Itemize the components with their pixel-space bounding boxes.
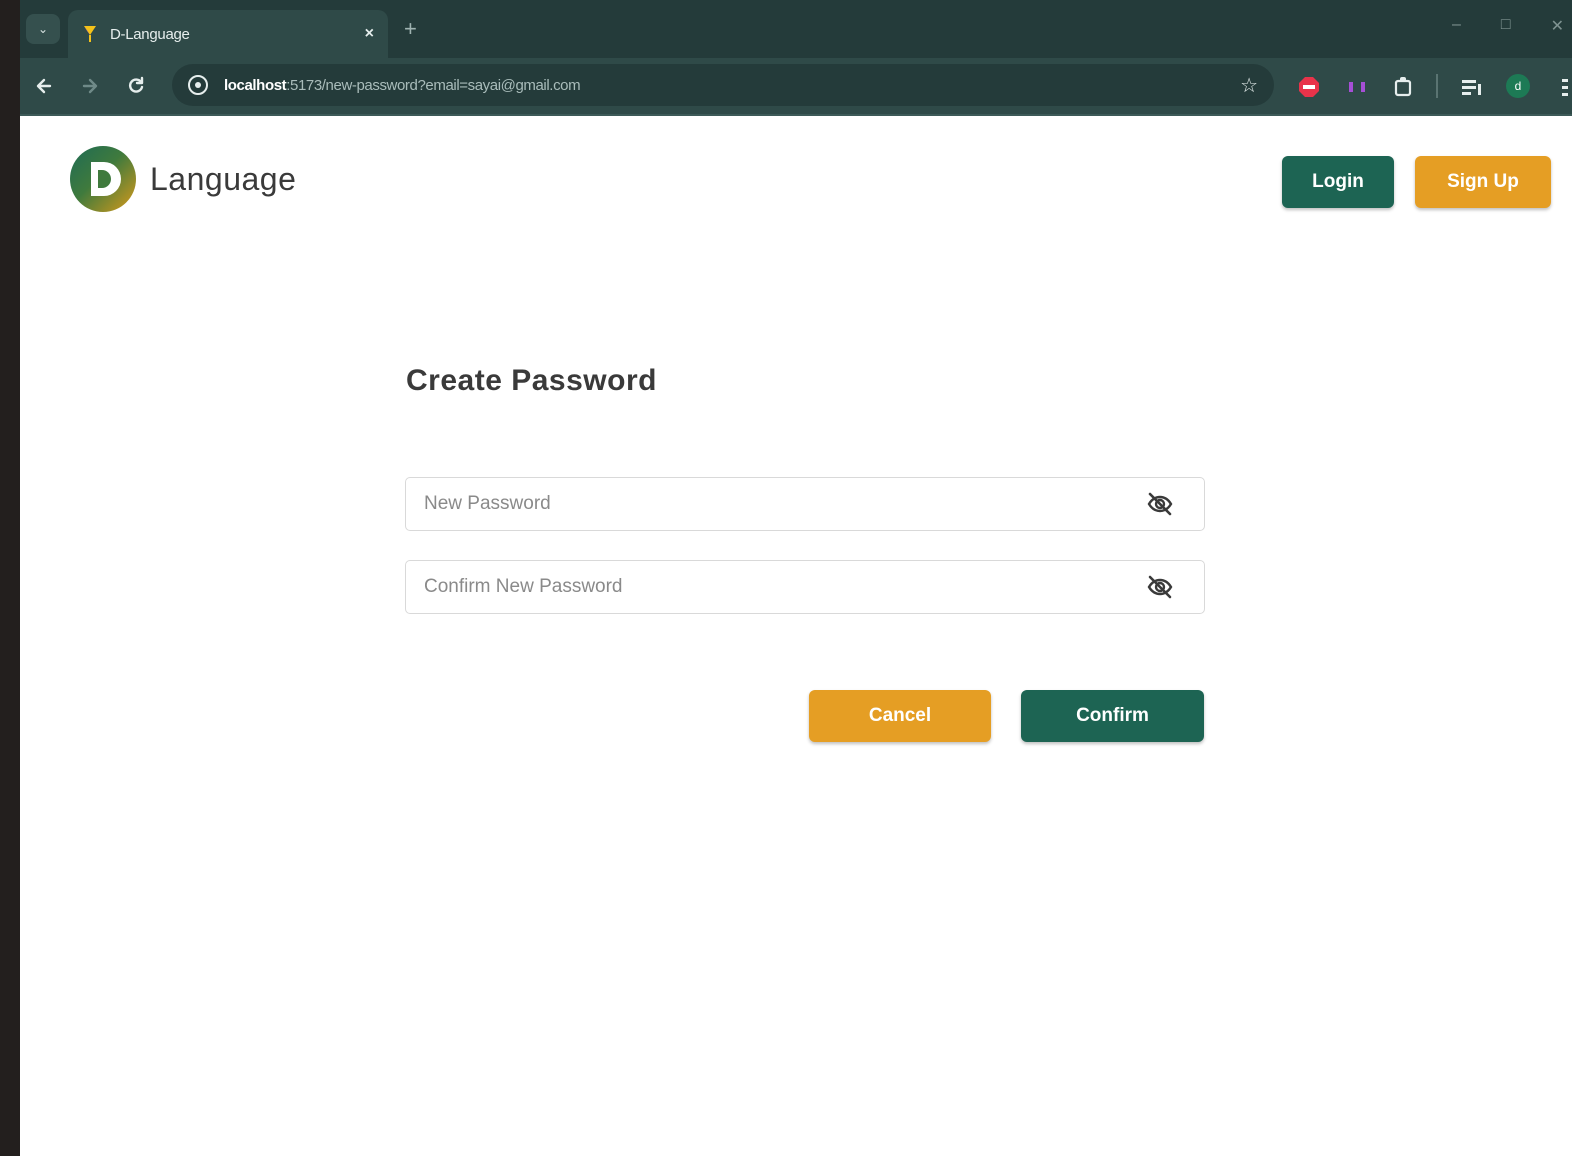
- chevron-down-icon: ⌄: [37, 22, 49, 36]
- bookmark-star-icon[interactable]: ☆: [1240, 73, 1258, 98]
- new-password-input[interactable]: [424, 493, 1146, 515]
- back-arrow-icon[interactable]: [34, 76, 54, 96]
- menu-icon[interactable]: [1558, 76, 1572, 98]
- tab-strip: ⌄ D-Language × + – □ ✕: [20, 0, 1572, 58]
- confirm-button[interactable]: Confirm: [1021, 690, 1204, 742]
- adblock-extension-icon[interactable]: [1298, 76, 1320, 98]
- reload-icon[interactable]: [126, 76, 146, 96]
- favicon-icon: [84, 26, 96, 42]
- sign-up-button[interactable]: Sign Up: [1415, 156, 1551, 208]
- toolbar-divider: [1436, 74, 1438, 98]
- browser-toolbar: localhost:5173/new-password?email=sayai@…: [20, 58, 1572, 116]
- url-host: localhost: [224, 76, 287, 94]
- forward-arrow-icon[interactable]: [80, 76, 100, 96]
- brand-logo-link[interactable]: Language: [70, 146, 296, 212]
- extensions-puzzle-icon[interactable]: [1392, 76, 1414, 98]
- browser-window: ⌄ D-Language × + – □ ✕ localhost:5173/n…: [20, 0, 1572, 1156]
- browser-tab[interactable]: D-Language ×: [68, 10, 388, 58]
- logo-icon: [70, 146, 136, 212]
- eye-off-icon[interactable]: [1146, 573, 1174, 601]
- tab-title: D-Language: [110, 25, 190, 43]
- address-bar[interactable]: localhost:5173/new-password?email=sayai@…: [172, 64, 1274, 106]
- new-tab-button[interactable]: +: [404, 16, 417, 42]
- brand-name: Language: [150, 160, 297, 197]
- confirm-password-input[interactable]: [424, 576, 1146, 598]
- page-content: Language Login Sign Up Create Password C…: [20, 118, 1572, 1156]
- profile-avatar[interactable]: d: [1506, 74, 1530, 98]
- close-window-icon[interactable]: ✕: [1551, 16, 1564, 36]
- window-controls: – □ ✕: [1452, 16, 1572, 36]
- page-title: Create Password: [406, 364, 657, 397]
- login-button[interactable]: Login: [1282, 156, 1394, 208]
- eye-off-icon[interactable]: [1146, 490, 1174, 518]
- site-info-icon[interactable]: [188, 75, 208, 95]
- tab-close-icon[interactable]: ×: [365, 25, 374, 43]
- extension-icon[interactable]: [1346, 76, 1368, 98]
- minimize-icon[interactable]: –: [1452, 16, 1461, 36]
- reading-list-icon[interactable]: [1460, 76, 1484, 98]
- confirm-password-field[interactable]: [405, 560, 1205, 614]
- url-path: :5173/new-password?email=sayai@gmail.com: [286, 76, 581, 94]
- maximize-icon[interactable]: □: [1501, 16, 1511, 36]
- cancel-button[interactable]: Cancel: [809, 690, 991, 742]
- new-password-field[interactable]: [405, 477, 1205, 531]
- tab-search-button[interactable]: ⌄: [26, 14, 60, 44]
